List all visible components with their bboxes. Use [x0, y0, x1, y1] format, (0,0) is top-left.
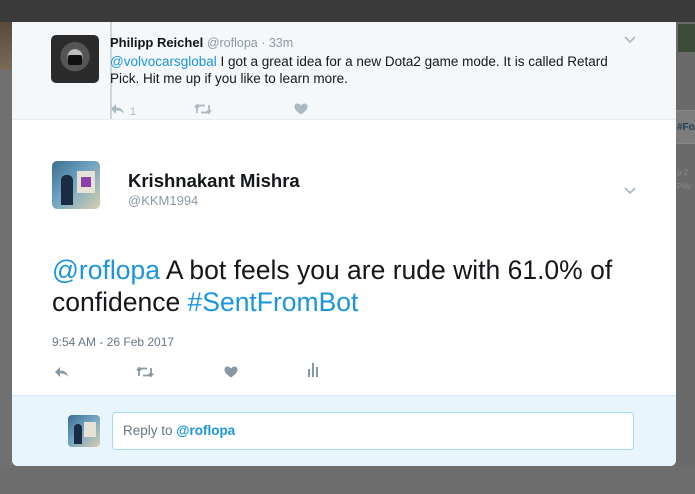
analytics-button[interactable]: [308, 363, 318, 381]
author-handle[interactable]: @roflopa: [207, 36, 258, 50]
like-icon: [294, 103, 308, 115]
background-photo: [0, 22, 12, 70]
like-icon: [224, 366, 238, 378]
separator: ·: [257, 36, 269, 50]
reply-bar: Reply to @roflopa: [12, 395, 676, 466]
author-name[interactable]: Krishnakant Mishra: [128, 170, 300, 192]
parent-tweet-header: Philipp Reichel @roflopa · 33m: [110, 35, 293, 50]
main-tweet-text: @roflopa A bot feels you are rude with 6…: [52, 254, 662, 318]
reply-input[interactable]: Reply to @roflopa: [112, 412, 634, 450]
retweet-icon: [136, 366, 154, 378]
reply-prefix: Reply to: [123, 423, 177, 438]
background-trend-tag: #Fo: [677, 122, 695, 133]
background-right: [676, 22, 695, 494]
like-button[interactable]: [294, 103, 308, 118]
tweet-modal: Philipp Reichel @roflopa · 33m @volvocar…: [12, 22, 676, 466]
retweet-icon: [194, 103, 212, 115]
reply-button[interactable]: [54, 365, 69, 382]
reply-button[interactable]: 1: [110, 103, 136, 118]
background-header: [0, 0, 695, 22]
like-button[interactable]: [224, 365, 238, 382]
reply-mention: @roflopa: [176, 423, 236, 438]
tweet-time[interactable]: 33m: [269, 36, 293, 50]
background-text-2: Priv: [677, 182, 691, 191]
avatar[interactable]: [51, 35, 99, 83]
avatar: [68, 415, 100, 447]
retweet-button[interactable]: [136, 365, 154, 382]
hashtag-link[interactable]: #SentFromBot: [188, 287, 359, 317]
background-footer: [0, 466, 695, 494]
background-left: [0, 70, 12, 466]
mention-link[interactable]: @volvocarsglobal: [110, 54, 217, 69]
analytics-icon: [308, 363, 318, 377]
more-caret-icon[interactable]: [624, 184, 636, 198]
avatar[interactable]: [52, 161, 100, 209]
background-text-1: p 2: [677, 168, 689, 177]
reply-icon: [55, 367, 68, 377]
more-caret-icon[interactable]: [624, 33, 636, 47]
background-avatar: [678, 24, 695, 52]
divider: [12, 119, 676, 120]
parent-tweet[interactable]: Philipp Reichel @roflopa · 33m @volvocar…: [12, 22, 676, 119]
mention-link[interactable]: @roflopa: [52, 255, 160, 285]
tweet-timestamp[interactable]: 9:54 AM - 26 Feb 2017: [52, 335, 174, 349]
author-name[interactable]: Philipp Reichel: [110, 35, 203, 50]
retweet-button[interactable]: [194, 103, 212, 118]
author-handle[interactable]: @KKM1994: [128, 193, 198, 208]
parent-tweet-text: @volvocarsglobal I got a great idea for …: [110, 53, 640, 87]
reply-icon: [111, 104, 124, 114]
reply-count: 1: [130, 106, 137, 118]
